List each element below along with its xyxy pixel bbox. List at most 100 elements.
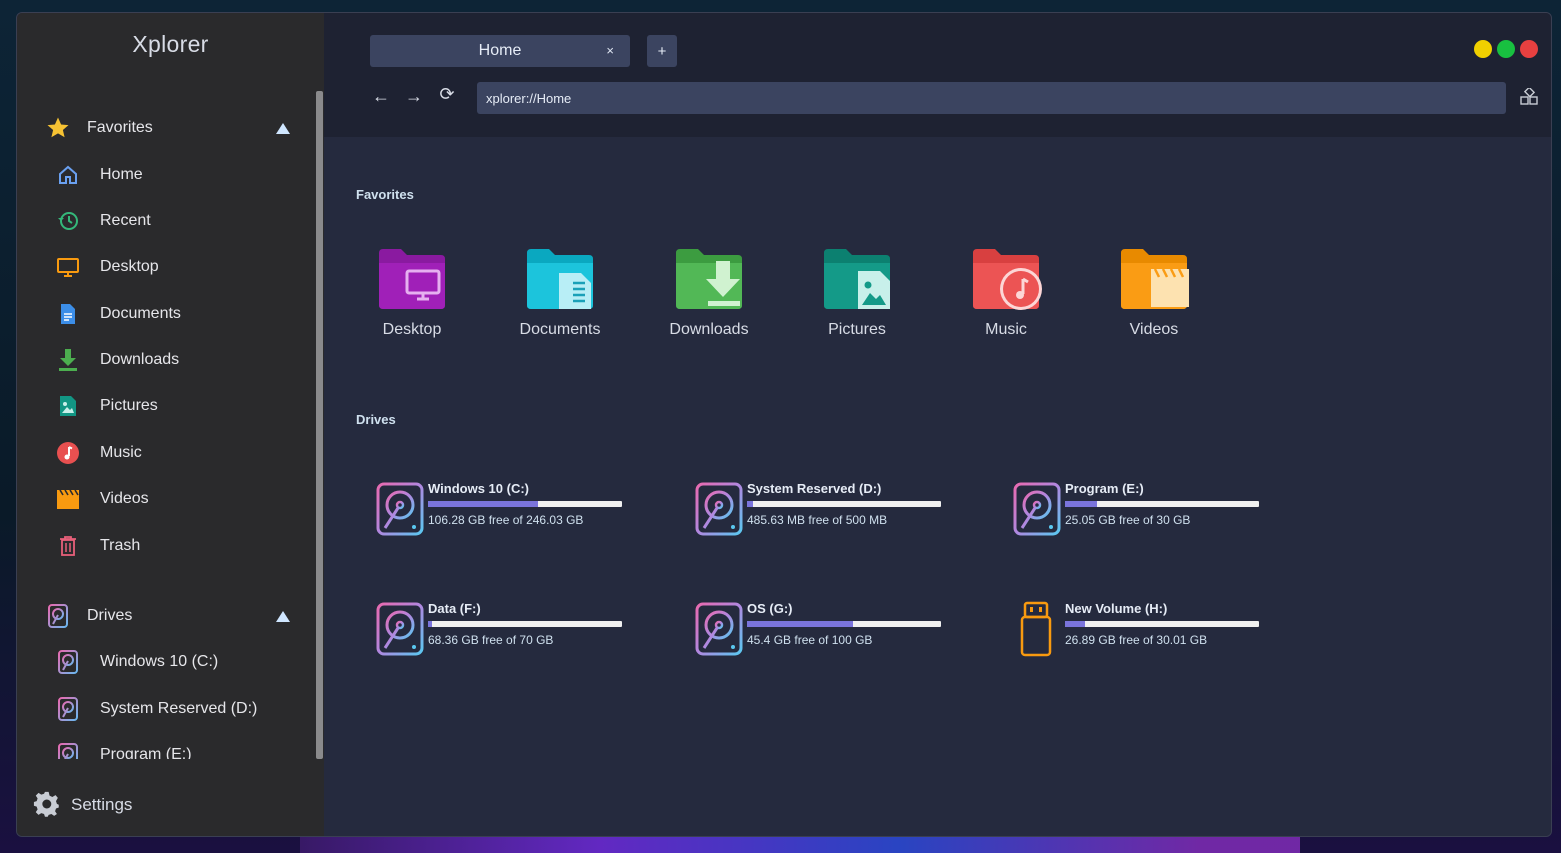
drive-usage-fill	[747, 501, 753, 507]
close-tab-icon[interactable]: ×	[606, 43, 614, 58]
drive-usage-bar	[428, 621, 622, 627]
hard-drive-icon	[376, 602, 424, 656]
drive-usage-bar	[1065, 501, 1259, 507]
drive-name: New Volume (H:)	[1065, 601, 1168, 616]
hard-drive-icon	[695, 482, 743, 536]
sidebar-item-videos[interactable]: Videos	[55, 483, 300, 515]
settings-label: Settings	[71, 795, 133, 814]
gear-icon	[33, 791, 61, 819]
drive-free-space: 485.63 MB free of 500 MB	[747, 513, 888, 527]
sidebar-clip: Program (E:)	[17, 731, 317, 759]
drive-card[interactable]: Windows 10 (C:) 106.28 GB free of 246.03 …	[376, 481, 636, 541]
reload-button[interactable]: ⟳	[436, 84, 458, 105]
sidebar-item-label: Program (E:)	[100, 746, 192, 759]
desktop-icon	[55, 254, 81, 280]
drive-free-space: 45.4 GB free of 100 GB	[747, 633, 873, 647]
folder-label: Documents	[519, 321, 601, 338]
address-bar[interactable]	[477, 82, 1506, 114]
layout-toggle-button[interactable]	[1520, 86, 1538, 106]
drive-icon	[55, 742, 81, 759]
tab-home[interactable]: Home ×	[370, 35, 630, 67]
drive-usage-bar	[428, 501, 622, 507]
drive-name: System Reserved (D:)	[747, 481, 882, 496]
music-icon	[55, 440, 81, 466]
folder-tile-music[interactable]: Music	[951, 247, 1061, 357]
download-icon	[55, 347, 81, 373]
folder-tile-desktop[interactable]: Desktop	[357, 247, 467, 357]
trash-icon	[55, 533, 81, 559]
drive-usage-fill	[428, 621, 433, 627]
drive-free-space: 26.89 GB free of 30.01 GB	[1065, 633, 1208, 647]
settings-button[interactable]: Settings	[33, 791, 132, 819]
drive-name: Windows 10 (C:)	[428, 481, 529, 496]
drive-name: Program (E:)	[1065, 481, 1144, 496]
folder-label: Pictures	[828, 321, 886, 338]
drive-card[interactable]: System Reserved (D:) 485.63 MB free of 50…	[695, 481, 955, 541]
drive-icon	[45, 603, 71, 629]
sidebar: Xplorer Favorites Home Recent Desktop Do…	[17, 13, 324, 836]
sidebar-item-drive-c[interactable]: Windows 10 (C:)	[55, 646, 300, 678]
drive-card[interactable]: Program (E:) 25.05 GB free of 30 GB	[1013, 481, 1273, 541]
top-bar: Home × + ← → ⟳	[324, 13, 1551, 137]
new-tab-button[interactable]: +	[647, 35, 677, 67]
layout-icon	[1520, 86, 1538, 105]
drive-usage-fill	[428, 501, 539, 507]
pictures-folder-icon	[824, 249, 890, 309]
sidebar-item-recent[interactable]: Recent	[55, 205, 300, 237]
drive-icon	[55, 649, 81, 675]
main-content: Favorites Desktop Documents Downloads Pi…	[324, 137, 1551, 836]
drive-usage-fill	[1065, 501, 1097, 507]
sidebar-item-label: Home	[100, 166, 143, 183]
drive-usage-bar	[747, 501, 941, 507]
folder-label: Desktop	[382, 321, 442, 338]
sidebar-scrollbar[interactable]	[316, 91, 323, 759]
sidebar-item-trash[interactable]: Trash	[55, 530, 300, 562]
collapse-caret-icon[interactable]	[276, 122, 290, 134]
sidebar-item-documents[interactable]: Documents	[55, 298, 300, 330]
folder-tile-downloads[interactable]: Downloads	[654, 247, 764, 357]
close-window-button[interactable]	[1520, 40, 1538, 58]
app-title: Xplorer	[132, 31, 209, 57]
sidebar-item-home[interactable]: Home	[55, 159, 300, 191]
drive-card[interactable]: Data (F:) 68.36 GB free of 70 GB	[376, 601, 636, 661]
hard-drive-icon	[695, 602, 743, 656]
sidebar-item-downloads[interactable]: Downloads	[55, 344, 300, 376]
folder-tile-pictures[interactable]: Pictures	[802, 247, 912, 357]
sidebar-item-label: Downloads	[100, 351, 180, 368]
favorites-section-title: Favorites	[356, 187, 414, 202]
downloads-folder-icon	[676, 249, 742, 309]
hard-drive-icon	[376, 482, 424, 536]
hard-drive-icon	[1013, 482, 1061, 536]
videos-folder-icon	[1121, 249, 1189, 309]
sidebar-item-label: Documents	[100, 305, 181, 322]
sidebar-favorites-header[interactable]: Favorites	[45, 113, 290, 143]
sidebar-item-music[interactable]: Music	[55, 437, 300, 469]
maximize-button[interactable]	[1497, 40, 1515, 58]
forward-button[interactable]: →	[403, 86, 425, 107]
sidebar-item-drive-e[interactable]: Program (E:)	[55, 739, 300, 759]
sidebar-item-label: Pictures	[100, 397, 158, 414]
drive-usage-fill	[747, 621, 853, 627]
folder-tile-videos[interactable]: Videos	[1099, 247, 1209, 357]
drive-card[interactable]: New Volume (H:) 26.89 GB free of 30.01 GB	[1013, 601, 1273, 661]
drive-card[interactable]: OS (G:) 45.4 GB free of 100 GB	[695, 601, 955, 661]
folder-label: Videos	[1129, 321, 1179, 338]
sidebar-item-drive-d[interactable]: System Reserved (D:)	[55, 693, 300, 725]
desktop-folder-icon	[379, 249, 445, 309]
sidebar-drives-header[interactable]: Drives	[45, 601, 290, 631]
drive-name: Data (F:)	[428, 601, 481, 616]
sidebar-item-label: Desktop	[100, 258, 159, 275]
sidebar-item-desktop[interactable]: Desktop	[55, 251, 300, 283]
home-icon	[55, 162, 81, 188]
video-icon	[55, 486, 81, 512]
sidebar-item-label: Recent	[100, 212, 151, 229]
recent-icon	[55, 208, 81, 234]
drive-name: OS (G:)	[747, 601, 793, 616]
sidebar-item-label: Trash	[100, 537, 141, 554]
sidebar-item-pictures[interactable]: Pictures	[55, 390, 300, 422]
back-button[interactable]: ←	[370, 86, 392, 107]
minimize-button[interactable]	[1474, 40, 1492, 58]
drive-free-space: 25.05 GB free of 30 GB	[1065, 513, 1191, 527]
folder-tile-documents[interactable]: Documents	[505, 247, 615, 357]
collapse-caret-icon[interactable]	[276, 610, 290, 622]
